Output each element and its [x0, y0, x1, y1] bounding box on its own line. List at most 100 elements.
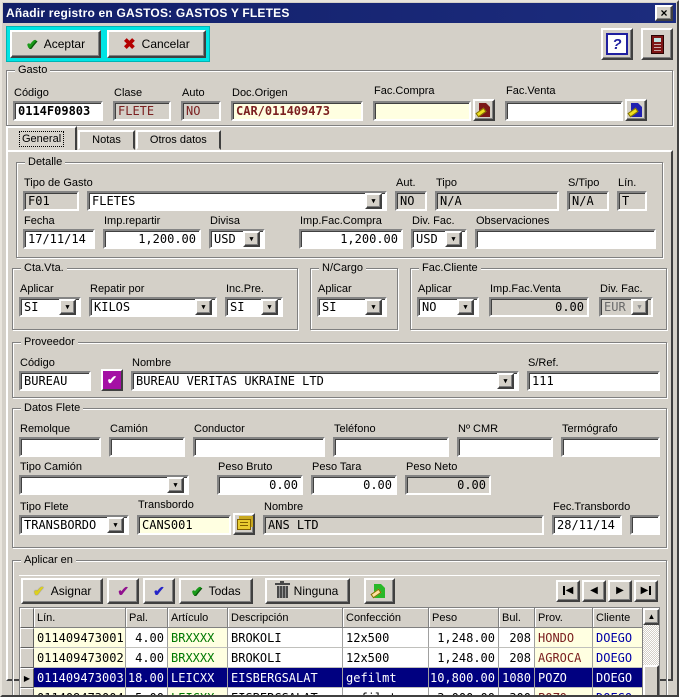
table-cell[interactable]: DOEGO: [593, 648, 645, 668]
table-cell[interactable]: 4.00: [126, 648, 168, 668]
accept-button[interactable]: ✔ Aceptar: [10, 30, 101, 58]
fac-compra-lookup-button[interactable]: [473, 99, 495, 121]
todas-button[interactable]: ✔ Todas: [179, 578, 253, 604]
column-header[interactable]: Descripción: [228, 608, 343, 628]
table-cell[interactable]: EISBERGSALAT: [228, 668, 343, 688]
table-cell[interactable]: 1080: [499, 668, 535, 688]
help-button[interactable]: ?: [601, 28, 633, 60]
div-fac-combo[interactable]: USD ▼: [411, 229, 467, 249]
termografo-field[interactable]: [561, 437, 660, 457]
table-cell[interactable]: 300: [499, 688, 535, 697]
table-cell[interactable]: 12x500: [343, 648, 429, 668]
tipo-camion-combo[interactable]: ▼: [19, 475, 189, 495]
chevron-down-icon[interactable]: ▼: [107, 517, 124, 533]
observaciones-field[interactable]: [475, 229, 656, 249]
first-record-button[interactable]: ◀: [556, 580, 580, 602]
doc-origen-field[interactable]: CAR/011409473: [231, 101, 363, 121]
check-blue-button[interactable]: ✔: [143, 578, 175, 604]
export-lines-button[interactable]: [364, 578, 395, 604]
table-cell[interactable]: POZO: [535, 688, 593, 697]
table-row[interactable]: 0114094730045.00LEICXXEISBERGSALATgefilm…: [20, 688, 659, 697]
chevron-down-icon[interactable]: ▼: [365, 193, 382, 209]
chevron-down-icon[interactable]: ▼: [497, 373, 514, 389]
prev-record-button[interactable]: ◀: [582, 580, 606, 602]
tab-general[interactable]: General: [6, 126, 77, 150]
cancel-button[interactable]: ✖ Cancelar: [107, 30, 206, 58]
scroll-up-icon[interactable]: ▲: [643, 608, 660, 625]
chevron-down-icon[interactable]: ▼: [167, 477, 184, 493]
fac-venta-lookup-button[interactable]: [625, 99, 647, 121]
close-button[interactable]: ×: [655, 5, 673, 21]
table-cell[interactable]: BROKOLI: [228, 648, 343, 668]
column-header[interactable]: Cliente: [593, 608, 645, 628]
fec-transbordo-field[interactable]: 28/11/14: [552, 515, 622, 535]
chevron-down-icon[interactable]: ▼: [243, 231, 260, 247]
tab-notas[interactable]: Notas: [78, 130, 135, 150]
tipo-gasto-combo[interactable]: FLETES ▼: [87, 191, 387, 211]
table-row[interactable]: 0114094730014.00BRXXXXBROKOLI12x5001,248…: [20, 628, 659, 648]
column-header[interactable]: Bul.: [499, 608, 535, 628]
column-header[interactable]: Confección: [343, 608, 429, 628]
chevron-down-icon[interactable]: ▼: [457, 299, 474, 315]
table-cell[interactable]: POZO: [535, 668, 593, 688]
column-header[interactable]: Prov.: [535, 608, 593, 628]
chevron-down-icon[interactable]: ▼: [365, 299, 382, 315]
fec-transbordo-extra-field[interactable]: [630, 515, 660, 535]
divisa-combo[interactable]: USD ▼: [209, 229, 265, 249]
table-cell[interactable]: HONDO: [535, 628, 593, 648]
table-cell[interactable]: AGROCA: [535, 648, 593, 668]
camion-field[interactable]: [109, 437, 185, 457]
ninguna-button[interactable]: Ninguna: [265, 578, 351, 604]
check-purple-button[interactable]: ✔: [107, 578, 139, 604]
table-cell[interactable]: 011409473004: [34, 688, 126, 697]
table-cell[interactable]: 3,000.00: [429, 688, 499, 697]
table-cell[interactable]: BROKOLI: [228, 628, 343, 648]
table-cell[interactable]: 011409473003: [34, 668, 126, 688]
table-row[interactable]: 0114094730024.00BRXXXXBROKOLI12x5001,248…: [20, 648, 659, 668]
table-cell[interactable]: 011409473002: [34, 648, 126, 668]
tipo-flete-combo[interactable]: TRANSBORDO ▼: [19, 515, 129, 535]
ncargo-aplicar-combo[interactable]: SI ▼: [317, 297, 387, 317]
peso-bruto-field[interactable]: 0.00: [217, 475, 303, 495]
remolque-field[interactable]: [19, 437, 101, 457]
chevron-down-icon[interactable]: ▼: [195, 299, 212, 315]
table-cell[interactable]: 208: [499, 648, 535, 668]
imp-repartir-field[interactable]: 1,200.00: [103, 229, 201, 249]
fecha-field[interactable]: 17/11/14: [23, 229, 95, 249]
grid-vscrollbar[interactable]: ▲ ▼: [642, 608, 659, 697]
sref-field[interactable]: 111: [527, 371, 660, 391]
next-record-button[interactable]: ▶: [608, 580, 632, 602]
table-cell[interactable]: 1,248.00: [429, 628, 499, 648]
table-cell[interactable]: 18.00: [126, 668, 168, 688]
conductor-field[interactable]: [193, 437, 325, 457]
table-row[interactable]: ▶01140947300318.00LEICXXEISBERGSALATgefi…: [20, 668, 659, 688]
cmr-field[interactable]: [457, 437, 553, 457]
table-cell[interactable]: 011409473001: [34, 628, 126, 648]
table-cell[interactable]: EISBERGSALAT: [228, 688, 343, 697]
fac-compra-field[interactable]: [373, 101, 471, 121]
chevron-down-icon[interactable]: ▼: [445, 231, 462, 247]
chevron-down-icon[interactable]: ▼: [261, 299, 278, 315]
peso-tara-field[interactable]: 0.00: [311, 475, 397, 495]
column-header[interactable]: Artículo: [168, 608, 228, 628]
table-cell[interactable]: BRXXXX: [168, 648, 228, 668]
table-cell[interactable]: DOEGO: [593, 628, 645, 648]
table-cell[interactable]: gefilmt: [343, 668, 429, 688]
table-cell[interactable]: 4.00: [126, 628, 168, 648]
transbordo-lookup-button[interactable]: [233, 513, 255, 535]
table-cell[interactable]: BRXXXX: [168, 628, 228, 648]
proveedor-lookup-button[interactable]: ✔: [101, 369, 123, 391]
chevron-down-icon[interactable]: ▼: [59, 299, 76, 315]
table-cell[interactable]: LEICXX: [168, 688, 228, 697]
table-cell[interactable]: DOEGO: [593, 688, 645, 697]
transbordo-field[interactable]: CANS001: [137, 515, 231, 535]
calculator-button[interactable]: [641, 28, 673, 60]
cta-aplicar-combo[interactable]: SI ▼: [19, 297, 81, 317]
table-cell[interactable]: 5.00: [126, 688, 168, 697]
imp-fac-compra-field[interactable]: 1,200.00: [299, 229, 403, 249]
table-cell[interactable]: 12x500: [343, 628, 429, 648]
tab-otros-datos[interactable]: Otros datos: [136, 130, 221, 150]
scroll-thumb[interactable]: [643, 665, 659, 697]
repatir-por-combo[interactable]: KILOS ▼: [89, 297, 217, 317]
telefono-field[interactable]: [333, 437, 449, 457]
